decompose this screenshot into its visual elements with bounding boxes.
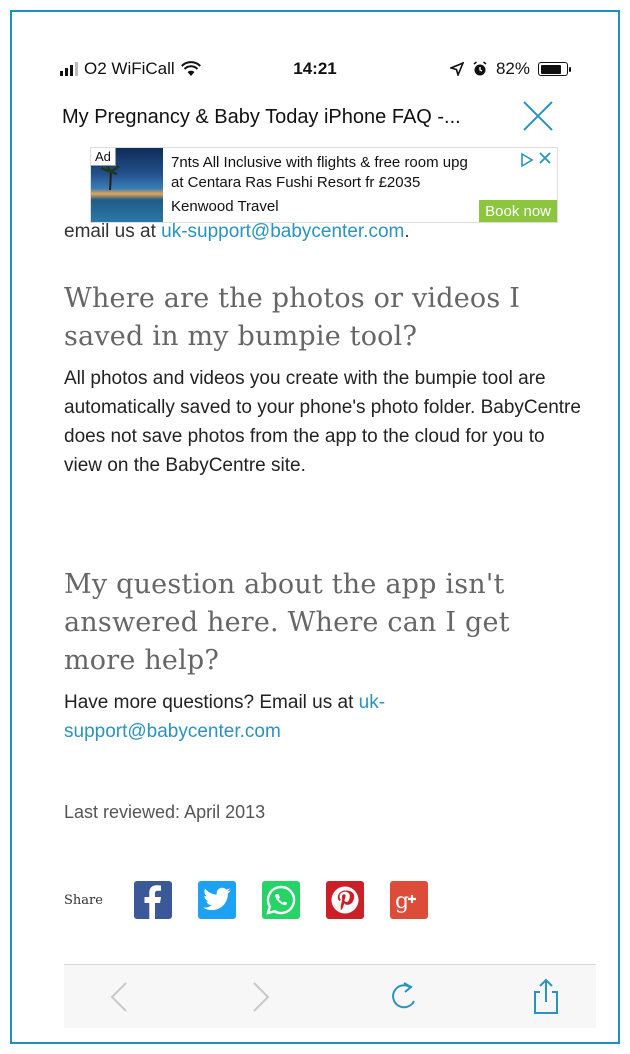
whatsapp-icon: [266, 885, 296, 915]
ad-advertiser[interactable]: Kenwood Travel: [171, 198, 279, 215]
page-header: My Pregnancy & Baby Today iPhone FAQ -..…: [12, 96, 618, 150]
twitter-icon: [203, 887, 231, 911]
ad-close-icon[interactable]: [537, 150, 553, 166]
device-frame: O2 WiFiCall 14:21 82% My Pregnancy & Bab…: [10, 10, 620, 1044]
partial-email-line: email us at uk-support@babycenter.com.: [64, 221, 410, 243]
partial-email-suffix: .: [404, 221, 410, 242]
back-button[interactable]: [100, 977, 140, 1017]
battery-fill: [540, 64, 561, 74]
pinterest-icon: [331, 886, 359, 914]
page-title: My Pregnancy & Baby Today iPhone FAQ -..…: [62, 106, 461, 128]
ad-headline-line1[interactable]: 7nts All Inclusive with flights & free r…: [171, 154, 468, 171]
share-sheet-button[interactable]: [526, 977, 566, 1017]
share-row: Share g: [64, 878, 454, 922]
facebook-icon: [144, 885, 161, 919]
ad-book-now-button[interactable]: Book now: [479, 200, 557, 222]
q2-answer-text: Have more questions? Email us at: [64, 692, 359, 713]
status-bar: O2 WiFiCall 14:21 82%: [12, 12, 618, 82]
location-arrow-icon: [449, 62, 464, 76]
facebook-share-button[interactable]: [134, 881, 172, 919]
partial-email-link[interactable]: uk-support@babycenter.com: [161, 221, 404, 242]
ad-label: Ad: [91, 148, 116, 166]
partial-email-prefix: email us at: [64, 221, 162, 242]
twitter-share-button[interactable]: [198, 881, 236, 919]
last-reviewed: Last reviewed: April 2013: [64, 802, 266, 822]
battery-icon: [538, 62, 571, 76]
chevron-left-icon: [110, 982, 127, 1012]
pinterest-share-button[interactable]: [326, 881, 364, 919]
chevron-right-icon: [253, 982, 270, 1012]
google-plus-share-button[interactable]: g: [390, 881, 428, 919]
share-label: Share: [64, 892, 103, 908]
browser-toolbar: [64, 964, 596, 1028]
close-button[interactable]: [520, 98, 556, 134]
svg-text:g: g: [395, 889, 409, 914]
adchoices-icon[interactable]: [519, 152, 535, 168]
q2-heading: My question about the app isn't answered…: [64, 569, 510, 676]
reload-icon: [392, 984, 415, 1009]
alarm-icon: [473, 61, 487, 76]
close-icon: [523, 101, 553, 131]
whatsapp-share-button[interactable]: [262, 881, 300, 919]
battery-percent: 82%: [495, 59, 530, 78]
q1-heading: Where are the photos or videos I saved i…: [64, 283, 521, 352]
q1-answer: All photos and videos you create with th…: [64, 368, 581, 476]
google-plus-icon: g: [395, 889, 416, 914]
ad-banner[interactable]: Ad 7nts All Inclusive with flights & fre…: [90, 147, 558, 223]
forward-button[interactable]: [240, 977, 280, 1017]
ad-headline-line2[interactable]: at Centara Ras Fushi Resort fr £2035: [171, 174, 420, 191]
reload-button[interactable]: [384, 977, 424, 1017]
q2-answer: Have more questions? Email us at uk-supp…: [64, 688, 584, 746]
status-right: 82%: [449, 59, 571, 79]
